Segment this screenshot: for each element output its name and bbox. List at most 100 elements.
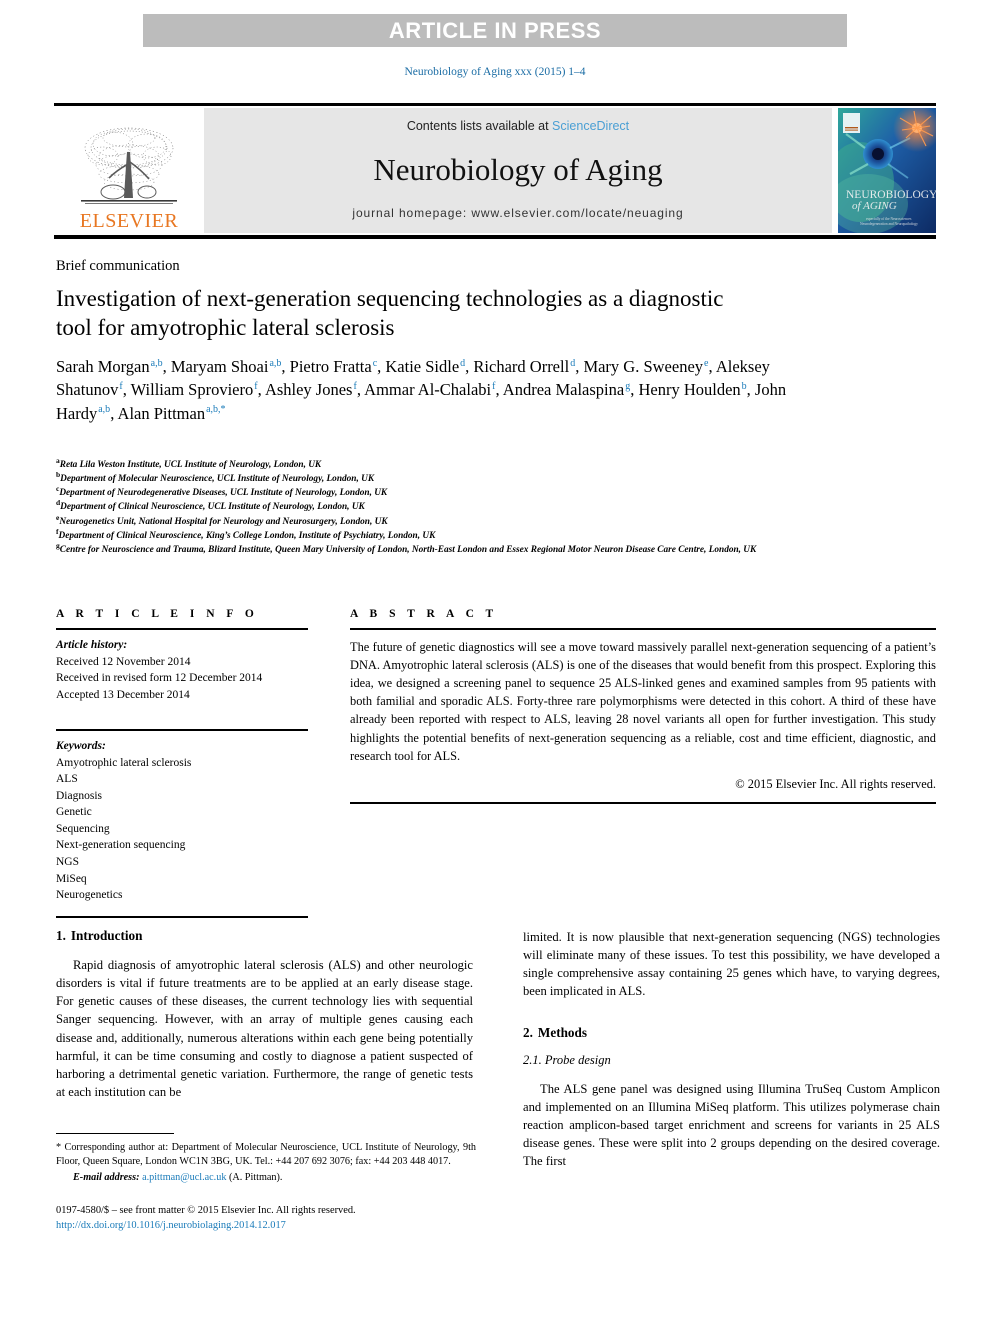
journal-title: Neurobiology of Aging — [373, 152, 663, 187]
article-info-rule-middle — [56, 729, 308, 732]
affiliation-text: Reta Lila Weston Institute, UCL Institut… — [59, 460, 322, 470]
keyword-item: NGS — [56, 856, 80, 869]
author-name: Ashley Jones — [264, 380, 353, 400]
author-name: Mary G. Sweeney — [583, 357, 704, 376]
email-link[interactable]: a.pittman@ucl.ac.uk — [142, 1172, 226, 1183]
author-separator: , — [495, 380, 503, 400]
section-heading-methods: 2. Methods — [523, 1025, 940, 1041]
affiliation-text: Department of Molecular Neuroscience, UC… — [60, 474, 375, 485]
masthead-top-rule — [54, 103, 936, 106]
affiliation-item: gCentre for Neuroscience and Trauma, Bli… — [56, 541, 916, 557]
article-type-label: Brief communication — [56, 258, 180, 274]
email-line: E-mail address: a.pittman@ucl.ac.uk (A. … — [56, 1171, 476, 1185]
intro-paragraph: Rapid diagnosis of amyotrophic lateral s… — [56, 958, 473, 1099]
author-name: William Sproviero — [130, 380, 254, 400]
keywords-items: Amyotrophic lateral sclerosis ALS Diagnosi… — [56, 755, 308, 904]
intro-paragraph-continued: limited. It is now plausible that next-g… — [523, 930, 940, 999]
subsection-heading-probe-design: 2.1. Probe design — [523, 1053, 940, 1068]
elsevier-tree-icon — [81, 127, 177, 204]
author-name: Henry Houlden — [638, 380, 741, 400]
article-in-press-banner: ARTICLE IN PRESS — [143, 14, 847, 47]
author-name: Richard Orrell — [473, 357, 570, 376]
affiliation-item: dDepartment of Clinical Neuroscience, UC… — [56, 499, 916, 514]
keyword-item: Sequencing — [56, 822, 110, 835]
keyword-item: Next-generation sequencing — [56, 839, 186, 852]
affiliation-item: bDepartment of Molecular Neuroscience, U… — [56, 471, 916, 486]
section-number-2: 2. — [523, 1024, 533, 1040]
author-name: Maryam Shoai — [170, 357, 269, 376]
article-info-column: A R T I C L E I N F O Article history: R… — [56, 608, 308, 918]
author-name: Katie Sidle — [385, 357, 460, 376]
author-separator: , — [281, 357, 290, 376]
affiliation-text: Department of Neurodegenerative Diseases… — [59, 488, 388, 499]
affiliation-text: Centre for Neuroscience and Trauma, Bliz… — [59, 544, 757, 555]
doi-link[interactable]: http://dx.doi.org/10.1016/j.neurobiolagi… — [56, 1218, 486, 1233]
affiliation-item: cDepartment of Neurodegenerative Disease… — [56, 485, 916, 500]
author-name: Andrea Malaspina — [502, 380, 625, 400]
article-history: Article history: Received 12 November 20… — [56, 637, 308, 703]
article-info-rule-top — [56, 628, 308, 630]
author-name: Alan Pittman — [117, 403, 206, 423]
email-label: E-mail address: — [73, 1171, 140, 1183]
issn-copyright-line: 0197-4580/$ – see front matter © 2015 El… — [56, 1205, 356, 1216]
keyword-item: Genetic — [56, 806, 92, 819]
article-info-heading: A R T I C L E I N F O — [56, 608, 259, 620]
journal-cover-thumbnail: NEUROBIOLOGY of AGING especially of the … — [838, 108, 936, 233]
corresponding-author-text: * Corresponding author at: Department of… — [56, 1142, 476, 1168]
article-info-rule-bottom — [56, 915, 308, 918]
keyword-item: MiSeq — [56, 872, 87, 885]
subsection-title-21: Probe design — [544, 1052, 611, 1067]
author-affiliation-marker: a,b,* — [206, 404, 226, 416]
author-name: Ammar Al-Chalabi — [364, 380, 492, 400]
abstract-rule-top — [350, 628, 936, 630]
author-separator: , — [708, 357, 716, 376]
author-separator: , — [257, 380, 265, 400]
author-separator: , — [746, 380, 755, 400]
masthead-center: Contents lists available at ScienceDirec… — [204, 108, 832, 233]
journal-masthead: ELSEVIER Contents lists available at Sci… — [54, 108, 936, 233]
section-number-1: 1. — [56, 928, 66, 943]
article-in-press-label: ARTICLE IN PRESS — [388, 17, 602, 43]
section-heading-introduction: 1. Introduction — [56, 928, 473, 944]
affiliation-item: aReta Lila Weston Institute, UCL Institu… — [56, 457, 916, 472]
footnote-separator — [56, 1133, 174, 1134]
elsevier-wordmark: ELSEVIER — [79, 210, 179, 232]
journal-article-page: ARTICLE IN PRESS Neurobiology of Aging x… — [0, 0, 990, 1320]
sciencedirect-link[interactable]: ScienceDirect — [552, 119, 629, 133]
journal-cover-image: NEUROBIOLOGY of AGING especially of the … — [838, 108, 936, 233]
contents-prefix: Contents lists available at — [406, 119, 553, 133]
abstract-column: A B S T R A C T The future of genetic di… — [350, 608, 936, 918]
svg-text:especially of the Neuroscience: especially of the Neurosciences — [866, 217, 912, 221]
page-title: Investigation of next-generation sequenc… — [56, 286, 724, 341]
affiliation-text: Neurogenetics Unit, National Hospital fo… — [59, 516, 388, 527]
body-spacer-1 — [523, 1012, 940, 1025]
svg-text:Neurodegeneration and Neuropat: Neurodegeneration and Neuropathology — [860, 222, 918, 226]
keywords-block: Keywords: Amyotrophic lateral sclerosis A… — [56, 738, 308, 903]
journal-homepage-link[interactable]: journal homepage: www.elsevier.com/locat… — [352, 206, 683, 220]
body-right-column: limited. It is now plausible that next-g… — [523, 928, 940, 1258]
probe-design-paragraph: The ALS gene panel was designed using Il… — [523, 1081, 940, 1169]
section-title-2: Methods — [537, 1024, 587, 1040]
affiliation-text: Department of Clinical Neuroscience, Kin… — [58, 530, 436, 541]
keyword-item: Neurogenetics — [56, 889, 123, 902]
author-list: Sarah Morgana,b, Maryam Shoaia,b, Pietro… — [56, 355, 796, 425]
author-affiliation-marker: a,b — [150, 357, 163, 369]
keyword-item: ALS — [56, 773, 78, 786]
svg-text:of AGING: of AGING — [852, 200, 897, 212]
keywords-spacer — [56, 904, 308, 916]
article-history-items: Received 12 November 2014 Received in rev… — [56, 654, 308, 704]
author-separator: , — [122, 380, 131, 400]
masthead-bottom-rule — [54, 235, 936, 239]
affiliation-item: eNeurogenetics Unit, National Hospital f… — [56, 513, 916, 529]
keyword-item: Diagnosis — [56, 789, 102, 802]
front-matter-block: 0197-4580/$ – see front matter © 2015 El… — [56, 1203, 486, 1234]
article-history-item: Received 12 November 2014 — [56, 655, 191, 668]
abstract-copyright: © 2015 Elsevier Inc. All rights reserved… — [735, 777, 936, 792]
abstract-heading: A B S T R A C T — [350, 608, 498, 620]
running-head: Neurobiology of Aging xxx (2015) 1–4 — [404, 66, 586, 78]
section-title-1: Introduction — [70, 928, 143, 943]
author-affiliation-marker: a,b — [269, 357, 282, 369]
subsection-number-21: 2.1. — [523, 1052, 542, 1067]
author-separator: , — [162, 357, 171, 376]
elsevier-logo: ELSEVIER — [54, 108, 204, 233]
